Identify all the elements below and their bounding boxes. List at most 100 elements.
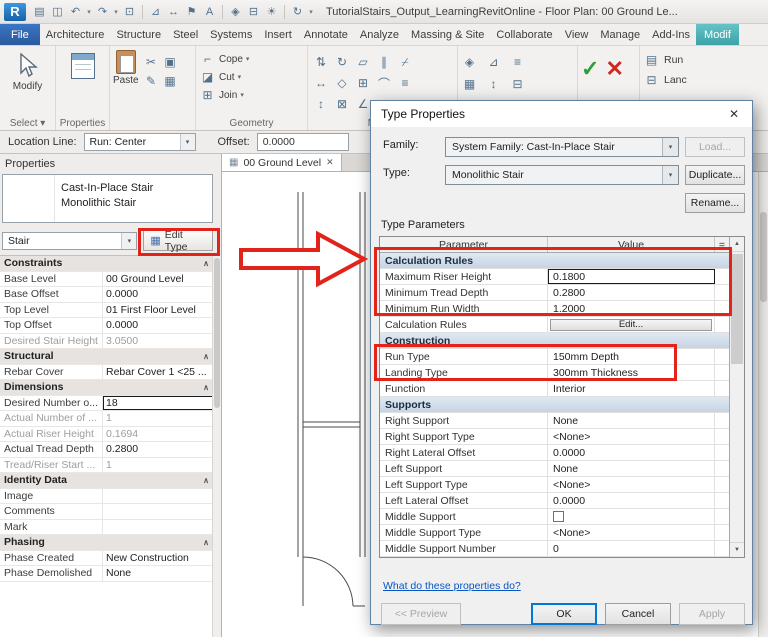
undo-dropdown-icon[interactable]: ▾ — [85, 3, 93, 21]
modify-tool-icon[interactable]: ⊞ — [353, 73, 373, 93]
modify-tool-icon[interactable]: ↔ — [311, 73, 331, 93]
group-construction[interactable]: Construction∧ — [380, 333, 744, 349]
paste-options-icon[interactable]: ▦ — [162, 73, 179, 89]
ok-button[interactable]: OK — [531, 603, 597, 625]
tab-massing-site[interactable]: Massing & Site — [405, 24, 490, 45]
paste-button[interactable]: Paste — [113, 50, 139, 115]
join-tool[interactable]: ⊞ Join ▾ — [199, 86, 304, 104]
property-value[interactable]: 0.0000 — [103, 287, 213, 302]
property-value[interactable] — [103, 504, 213, 519]
dimension-icon[interactable]: ↔ — [165, 3, 182, 21]
group-constraints[interactable]: Constraints ∧ — [0, 256, 213, 272]
tab-systems[interactable]: Systems — [204, 24, 258, 45]
view-tab-ground-level[interactable]: ▦ 00 Ground Level ✕ — [222, 154, 342, 171]
tab-collaborate[interactable]: Collaborate — [490, 24, 558, 45]
type-select[interactable]: Monolithic Stair ▾ — [445, 165, 679, 185]
tag-icon[interactable]: ⚑ — [183, 3, 200, 21]
property-value[interactable]: None — [103, 566, 213, 581]
duplicate-button[interactable]: Duplicate... — [685, 165, 745, 185]
parameter-value[interactable]: Interior — [548, 381, 715, 396]
property-value[interactable]: 18 — [103, 395, 213, 410]
offset-input[interactable]: 0.0000 — [256, 133, 349, 151]
scroll-thumb[interactable] — [731, 254, 743, 364]
section-icon[interactable]: ⊟ — [245, 3, 262, 21]
parameter-value[interactable]: None — [548, 461, 715, 476]
revit-logo-icon[interactable]: R — [4, 2, 26, 21]
tab-steel[interactable]: Steel — [167, 24, 204, 45]
copy-to-clipboard-icon[interactable]: ▣ — [162, 54, 179, 70]
property-value[interactable]: Rebar Cover 1 <25 ... — [103, 365, 213, 380]
group-calculation-rules[interactable]: Calculation Rules∧ — [380, 253, 744, 269]
element-filter-select[interactable]: Stair ▾ — [2, 231, 138, 250]
scroll-down-icon[interactable]: ▼ — [730, 542, 744, 557]
canvas-scrollbar[interactable] — [758, 172, 768, 637]
table-scrollbar[interactable]: ▲ ▼ — [729, 237, 744, 557]
modify-tool-icon[interactable]: ↕ — [311, 94, 331, 114]
parameter-value[interactable]: 0.2800 — [548, 285, 715, 300]
3d-view-icon[interactable]: ◈ — [227, 3, 244, 21]
modify-tool-icon[interactable]: ↻ — [332, 52, 352, 72]
tab-view[interactable]: View — [559, 24, 595, 45]
palette-scrollbar[interactable] — [212, 255, 221, 637]
edit-calculation-rules-button[interactable]: Edit... — [550, 318, 712, 331]
landing-tool[interactable]: ⊟ Lanc — [643, 70, 765, 90]
tab-manage[interactable]: Manage — [594, 24, 646, 45]
measure-icon[interactable]: ⊿ — [147, 3, 164, 21]
redo-icon[interactable]: ↷ — [94, 3, 111, 21]
sync-icon[interactable]: ↻ — [289, 3, 306, 21]
property-value[interactable]: 0.2800 — [103, 442, 213, 457]
properties-toggle-button[interactable] — [59, 50, 106, 115]
tab-file[interactable]: File — [0, 24, 40, 45]
render-icon[interactable]: ☀ — [263, 3, 280, 21]
tab-add-ins[interactable]: Add-Ins — [646, 24, 696, 45]
property-value[interactable]: 01 First Floor Level — [103, 303, 213, 318]
property-value[interactable]: 00 Ground Level — [103, 272, 213, 287]
modify-button[interactable]: Modify — [3, 50, 52, 115]
text-icon[interactable]: A — [201, 3, 218, 21]
modify-tool-icon[interactable]: ⇅ — [311, 52, 331, 72]
aux-tool-icon[interactable]: ⊿ — [485, 54, 502, 70]
print-icon[interactable]: ⊡ — [121, 3, 138, 21]
edit-type-button[interactable]: ▦ Edit Type — [143, 229, 213, 253]
close-view-icon[interactable]: ✕ — [326, 157, 334, 168]
modify-tool-icon[interactable]: ⌿ — [395, 52, 415, 72]
cancel-button[interactable]: Cancel — [605, 603, 671, 625]
toolbar-options-icon[interactable]: ▾ — [307, 3, 315, 21]
close-icon[interactable]: ✕ — [717, 102, 751, 126]
middle-support-checkbox[interactable] — [553, 511, 564, 522]
cancel-edit-icon[interactable]: ✕ — [605, 56, 623, 82]
family-select[interactable]: System Family: Cast-In-Place Stair ▾ — [445, 137, 679, 157]
group-structural[interactable]: Structural ∧ — [0, 349, 213, 365]
modify-tool-icon[interactable]: ▱ — [353, 52, 373, 72]
save-icon[interactable]: ◫ — [49, 3, 66, 21]
property-value[interactable] — [103, 520, 213, 535]
tab-annotate[interactable]: Annotate — [298, 24, 354, 45]
modify-tool-icon[interactable]: ∥ — [374, 52, 394, 72]
tab-analyze[interactable]: Analyze — [354, 24, 405, 45]
parameter-value[interactable]: 150mm Depth — [548, 349, 715, 364]
parameter-value[interactable]: None — [548, 413, 715, 428]
cut-to-clipboard-icon[interactable]: ✂ — [143, 54, 160, 70]
cut-tool[interactable]: ◪ Cut ▾ — [199, 68, 304, 86]
match-type-icon[interactable]: ✎ — [143, 73, 160, 89]
canvas-scroll-thumb[interactable] — [760, 212, 767, 302]
aux-tool-icon[interactable]: ◈ — [461, 54, 478, 70]
tab-architecture[interactable]: Architecture — [40, 24, 111, 45]
cope-tool[interactable]: ⌐ Cope ▾ — [199, 50, 304, 68]
location-line-select[interactable]: Run: Center ▾ — [83, 133, 196, 151]
open-icon[interactable]: ▤ — [31, 3, 48, 21]
modify-tool-icon[interactable]: ◇ — [332, 73, 352, 93]
properties-help-link[interactable]: What do these properties do? — [383, 580, 521, 592]
dialog-title[interactable]: Type Properties — [371, 101, 752, 127]
parameter-value[interactable]: 300mm Thickness — [548, 365, 715, 380]
modify-tool-icon[interactable]: ≡ — [395, 73, 415, 93]
property-value[interactable] — [103, 489, 213, 504]
group-supports[interactable]: Supports∧ — [380, 397, 744, 413]
aux-tool-icon[interactable]: ≡ — [509, 54, 526, 70]
undo-icon[interactable]: ↶ — [67, 3, 84, 21]
group-phasing[interactable]: Phasing ∧ — [0, 535, 213, 551]
run-tool[interactable]: ▤ Run — [643, 50, 765, 70]
rename-button[interactable]: Rename... — [685, 193, 745, 213]
type-selector[interactable]: Cast-In-Place Stair Monolithic Stair — [2, 174, 213, 223]
modify-tool-icon[interactable]: ⌒ — [374, 73, 394, 93]
